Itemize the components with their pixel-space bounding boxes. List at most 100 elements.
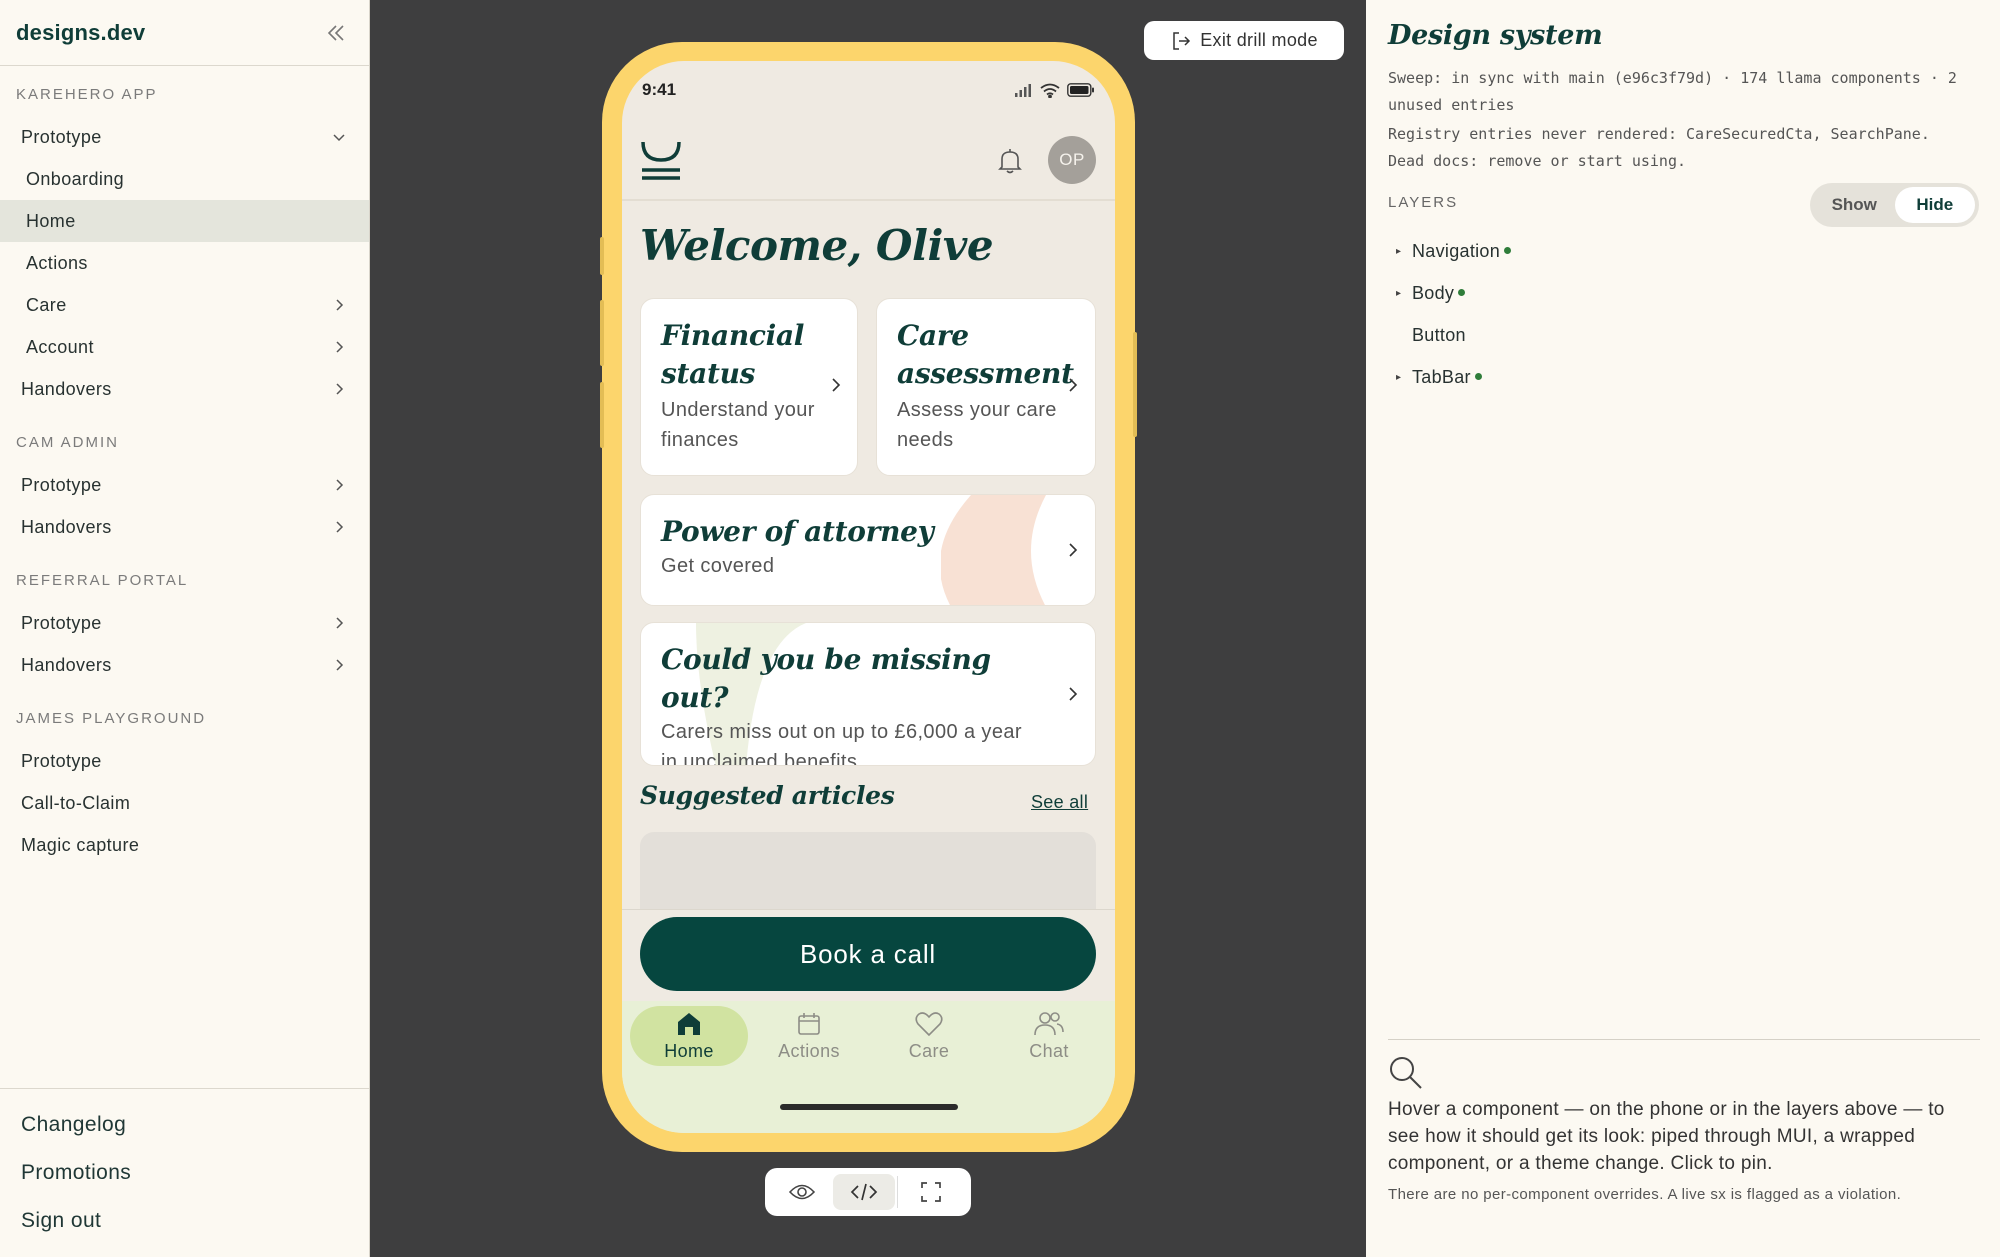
chevron-down-icon [333,134,345,142]
chevron-right-icon [1069,378,1078,392]
panel-divider [1388,1039,1980,1040]
nav-item-label: Prototype [21,474,102,495]
nav-item-label: Actions [26,252,88,273]
financial-status-card[interactable]: Financial status Understand your finance… [640,298,858,476]
brand-logo[interactable]: designs.dev [16,20,145,46]
hide-toggle-option[interactable]: Hide [1894,187,1975,223]
status-icons [1015,83,1095,98]
section-title-james-playground: JAMES PLAYGROUND [16,709,207,727]
fullscreen-icon [921,1182,941,1202]
panel-title: Design system [1388,20,1603,51]
tab-label: Care [908,1041,950,1061]
book-a-call-button[interactable]: Book a call [640,917,1096,991]
layer-name: TabBar [1412,367,1471,387]
nav-item-actions[interactable]: Actions [0,242,369,284]
promotions-link[interactable]: Promotions [0,1149,369,1197]
collapse-sidebar-button[interactable] [319,16,353,50]
care-assessment-card[interactable]: Care assessment Assess your care needs [876,298,1096,476]
calendar-icon [798,1013,820,1035]
nav-item-cam-prototype[interactable]: Prototype [0,464,369,506]
nav-item-james-prototype[interactable]: Prototype [0,740,369,782]
see-all-link[interactable]: See all [1031,792,1088,813]
karehero-logo-icon[interactable] [640,139,682,181]
show-toggle-option[interactable]: Show [1814,187,1895,223]
status-dot [1504,247,1512,254]
battery-icon [1067,83,1094,97]
sign-out-link[interactable]: Sign out [0,1197,369,1245]
exit-icon [1173,31,1191,50]
card-subtitle: Carers miss out on up to £6,000 a year i… [661,721,1022,766]
tab-label: Home [664,1041,714,1061]
phone-screen: 9:41 OP Welcome, Olive Financial status … [622,61,1115,1133]
home-indicator [780,1104,958,1110]
card-subtitle: Understand your finances [661,399,815,451]
nav-item-cam-handovers[interactable]: Handovers [0,506,369,548]
chevron-right-icon [336,659,344,671]
card-title: Care assessment [897,319,1074,390]
eye-icon [788,1184,816,1200]
sidebar-header: designs.dev [0,0,369,66]
layer-tabbar[interactable]: ▸ TabBar [1396,367,1482,388]
exit-drill-mode-button[interactable]: Exit drill mode [1144,21,1344,60]
nav-item-label: Onboarding [26,168,125,189]
nav-item-label: Care [26,294,67,315]
changelog-link[interactable]: Changelog [0,1101,369,1149]
phone-frame: 9:41 OP Welcome, Olive Financial status … [600,42,1137,1152]
double-chevron-left-icon [327,24,344,41]
nav-item-care[interactable]: Care [0,284,369,326]
section-title-referral-portal: REFERRAL PORTAL [16,571,189,589]
app-header: OP [622,119,1115,201]
heart-icon [915,1012,943,1037]
layer-button[interactable]: Button [1396,325,1466,346]
nav-item-magic-capture[interactable]: Magic capture [0,824,369,866]
layer-navigation[interactable]: ▸ Navigation [1396,241,1512,262]
nav-item-referral-handovers[interactable]: Handovers [0,644,369,686]
nav-item-karehero-prototype[interactable]: Prototype [0,116,369,158]
sidebar: designs.dev KAREHERO APP Prototype Onboa… [0,0,370,1257]
phone-side-button [1133,332,1137,437]
section-title-karehero-app: KAREHERO APP [16,85,158,103]
nav-item-call-to-claim[interactable]: Call-to-Claim [0,782,369,824]
decorative-shape [941,495,1046,605]
bell-icon[interactable] [997,147,1023,175]
code-mode-button[interactable] [833,1174,895,1210]
phone-side-button [600,300,604,366]
status-dot [1474,373,1482,380]
welcome-heading: Welcome, Olive [640,221,994,270]
exit-drill-mode-label: Exit drill mode [1200,30,1318,50]
nav-item-home[interactable]: Home [0,200,369,242]
chevron-right-icon [336,341,344,353]
sweep-status: Sweep: in sync with main (e96c3f79d) · 1… [1388,69,1957,114]
status-time: 9:41 [642,80,677,99]
nav-item-account[interactable]: Account [0,326,369,368]
card-title: Financial status [661,319,805,390]
chevron-right-icon [336,383,344,395]
tab-actions[interactable]: Actions [750,1006,868,1066]
missing-out-card[interactable]: Could you be missing out? Carers miss ou… [640,622,1096,766]
tab-label: Actions [778,1041,840,1061]
caret-right-icon: ▸ [1396,246,1402,257]
toolbar-divider [897,1176,898,1208]
chevron-right-icon [336,479,344,491]
tab-care[interactable]: Care [870,1006,988,1066]
layer-body[interactable]: ▸ Body [1396,283,1466,304]
nav-item-onboarding[interactable]: Onboarding [0,158,369,200]
nav-item-label: Handovers [21,654,112,675]
tab-chat[interactable]: Chat [990,1006,1108,1066]
nav-item-karehero-handovers[interactable]: Handovers [0,368,369,410]
chevron-right-icon [336,617,344,629]
nav-item-referral-prototype[interactable]: Prototype [0,602,369,644]
status-bar: 9:41 [622,61,1115,119]
tab-label: Chat [1029,1041,1069,1061]
avatar[interactable]: OP [1048,136,1096,184]
power-of-attorney-card[interactable]: Power of attorney Get covered [640,494,1096,606]
search-icon [1390,1057,1422,1089]
layer-name: Body [1412,283,1455,303]
fullscreen-button[interactable] [900,1174,962,1210]
preview-mode-button[interactable] [771,1174,833,1210]
chevron-right-icon [1069,687,1078,701]
caret-right-icon: ▸ [1396,372,1402,383]
tab-home[interactable]: Home [630,1006,748,1066]
signal-icon [1015,84,1031,97]
phone-side-button [600,382,604,448]
